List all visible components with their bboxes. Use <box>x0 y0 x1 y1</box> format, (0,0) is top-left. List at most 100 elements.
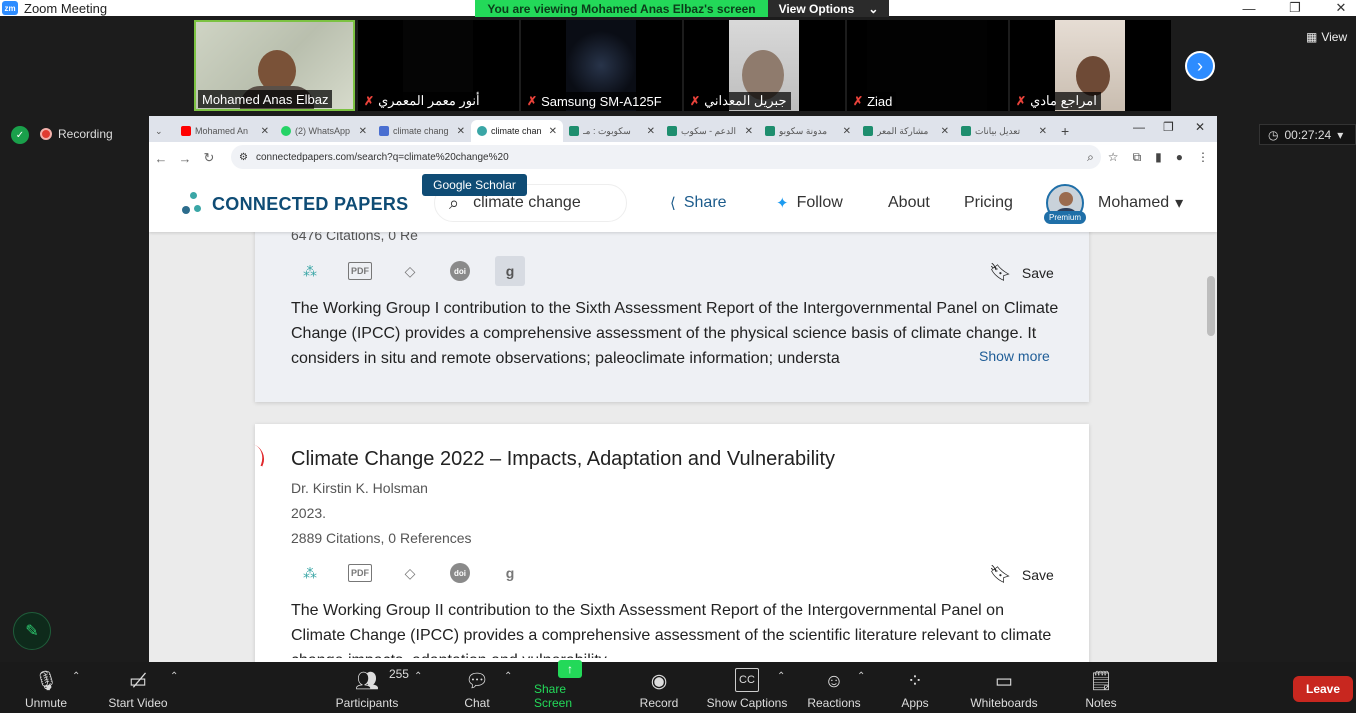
browser-tab-active[interactable]: climate chan ✕ <box>471 120 563 142</box>
pdf-icon[interactable]: PDF <box>345 558 375 588</box>
paper-actions: ⁂ PDF ◇ doi g <box>295 256 525 286</box>
share-screen-button[interactable]: ↑ Share Screen <box>534 660 606 710</box>
menu-kebab-icon[interactable]: ⋮ <box>1197 150 1209 165</box>
graph-icon[interactable]: ⁂ <box>295 558 325 588</box>
chat-button[interactable]: 💬︎ Chat <box>462 666 492 711</box>
start-video-button[interactable]: ▭̸ Start Video <box>106 666 170 711</box>
browser-close-icon[interactable]: ✕ <box>1195 120 1205 134</box>
participants-chevron-icon[interactable]: ⌃ <box>414 670 422 682</box>
browser-tab[interactable]: مدونة سكوبو ✕ <box>759 120 857 142</box>
google-scholar-icon[interactable]: g <box>495 256 525 286</box>
reload-icon[interactable]: ↻ <box>197 150 221 166</box>
forward-arrow-icon[interactable]: → <box>173 151 197 166</box>
about-link[interactable]: About <box>888 174 930 232</box>
participants-icon: 👥︎ 255 <box>354 667 409 692</box>
notes-button[interactable]: 🗒︎ Notes <box>1084 666 1118 711</box>
captions-chevron-icon[interactable]: ⌃ <box>777 670 785 682</box>
doi-icon[interactable]: doi <box>445 256 475 286</box>
bookmark-star-icon[interactable]: ☆ <box>1108 150 1119 165</box>
semantic-scholar-icon[interactable]: ◇ <box>395 558 425 588</box>
unmute-button[interactable]: 🎙︎ Unmute <box>22 666 70 711</box>
participant-tile[interactable]: Mohamed Anas Elbaz <box>194 20 355 111</box>
participant-tile[interactable]: ✗ أنور معمر المعمري <box>358 20 519 111</box>
doi-icon[interactable]: doi <box>445 558 475 588</box>
scrollbar-thumb[interactable] <box>1207 276 1215 336</box>
semantic-scholar-icon[interactable]: ◇ <box>395 256 425 286</box>
extensions-icon[interactable]: ⧉ <box>1133 150 1142 165</box>
back-arrow-icon[interactable]: ← <box>149 151 173 166</box>
browser-maximize-icon[interactable]: ❐ <box>1163 120 1174 134</box>
browser-tab[interactable]: climate chang ✕ <box>373 120 471 142</box>
apps-button[interactable]: ⁘ Apps <box>900 666 930 711</box>
participant-tile[interactable]: ✗ جبريل المعداني <box>684 20 845 111</box>
view-options-button[interactable]: View Options ⌄ <box>768 0 889 17</box>
show-captions-button[interactable]: CC Show Captions <box>706 666 788 710</box>
close-tab-icon: ✕ <box>456 125 465 137</box>
reactions-chevron-icon[interactable]: ⌃ <box>857 670 865 682</box>
chat-chevron-icon[interactable]: ⌃ <box>504 670 512 682</box>
view-options-label: View Options <box>778 1 855 16</box>
site-settings-icon[interactable]: ⚙ <box>239 152 248 163</box>
annotate-pencil-icon[interactable]: ✎ <box>13 612 51 650</box>
close-tab-icon: ✕ <box>1038 125 1047 137</box>
address-bar[interactable]: ⚙ connectedpapers.com/search?q=climate%2… <box>231 145 1101 169</box>
video-options-chevron-icon[interactable]: ⌃ <box>170 670 178 682</box>
page-scrollbar[interactable] <box>1207 236 1215 656</box>
participant-name: ✗ أنور معمر المعمري <box>360 92 484 110</box>
shield-icon[interactable]: ✓ <box>11 126 29 144</box>
profile-avatar-icon[interactable]: ● <box>1176 150 1183 165</box>
graph-icon[interactable]: ⁂ <box>295 256 325 286</box>
share-link[interactable]: ⟨ Share <box>670 174 727 232</box>
user-menu[interactable]: Mohamed ▾ <box>1098 174 1183 232</box>
whiteboards-button[interactable]: ▭ Whiteboards <box>968 666 1040 711</box>
caret-down-icon: ▾ <box>1175 195 1184 212</box>
follow-link[interactable]: ✦ Follow <box>776 174 843 232</box>
reactions-button[interactable]: ☺ Reactions <box>807 666 860 711</box>
paper-card[interactable]: Climate Change 2022 – Impacts, Adaptatio… <box>255 424 1089 662</box>
next-page-chevron-icon[interactable]: › <box>1185 51 1215 81</box>
side-panel-icon[interactable]: ▮ <box>1155 150 1162 165</box>
site-icon <box>765 126 775 136</box>
view-button[interactable]: ▦ View <box>1306 30 1347 44</box>
share-screen-icon: ↑ <box>558 660 582 678</box>
participants-button[interactable]: 👥︎ 255 Participants <box>336 666 409 710</box>
share-icon: ⟨ <box>670 195 676 212</box>
paper-citations: 2889 Citations, 0 References <box>291 530 472 546</box>
browser-minimize-icon[interactable]: — <box>1133 120 1145 134</box>
participant-tile[interactable]: ✗ امراجع مادي <box>1010 20 1171 111</box>
audio-options-chevron-icon[interactable]: ⌃ <box>72 670 80 682</box>
search-value: climate change <box>473 194 581 211</box>
google-scholar-icon[interactable]: g <box>495 558 525 588</box>
close-icon[interactable]: ✕ <box>1318 0 1356 16</box>
zoom-window: zm Zoom Meeting — ❐ ✕ You are viewing Mo… <box>0 0 1356 713</box>
participant-tile[interactable]: ✗ Samsung SM-A125F <box>521 20 682 111</box>
pricing-link[interactable]: Pricing <box>964 174 1013 232</box>
recording-indicator[interactable]: Recording <box>40 124 144 144</box>
chevron-down-icon: ⌄ <box>868 1 879 16</box>
browser-tab[interactable]: الدعم - سكوب ✕ <box>661 120 759 142</box>
browser-tab[interactable]: سكوبوت : مـ ✕ <box>563 120 661 142</box>
minimize-icon[interactable]: — <box>1226 0 1272 16</box>
pdf-icon[interactable]: PDF <box>345 256 375 286</box>
site-icon <box>379 126 389 136</box>
show-more-link[interactable]: Show more <box>979 348 1050 364</box>
save-button[interactable]: 🔖︎ Save <box>989 564 1054 585</box>
record-button[interactable]: ◉ Record <box>638 666 680 711</box>
zoom-magnifier-icon[interactable]: ⌕ <box>1087 150 1094 165</box>
maximize-icon[interactable]: ❐ <box>1272 0 1318 16</box>
window-title: Zoom Meeting <box>24 0 108 16</box>
site-logo[interactable]: CONNECTED PAPERS <box>182 192 409 216</box>
browser-tab[interactable]: تعديل بيانات ✕ <box>955 120 1053 142</box>
leave-button[interactable]: Leave <box>1293 676 1353 702</box>
new-tab-plus-icon[interactable]: + <box>1053 120 1077 142</box>
browser-tab[interactable]: Mohamed An ✕ <box>175 120 275 142</box>
tab-list-chevron-icon[interactable]: ⌄ <box>149 120 175 142</box>
browser-tab[interactable]: مشاركة المعر ✕ <box>857 120 955 142</box>
meeting-timer[interactable]: ◷ 00:27:24 ▾ <box>1259 124 1356 145</box>
whiteboard-icon: ▭ <box>995 671 1013 692</box>
paper-title[interactable]: Climate Change 2022 – Impacts, Adaptatio… <box>291 448 835 471</box>
save-button[interactable]: 🔖︎ Save <box>989 262 1054 283</box>
browser-tab[interactable]: (2) WhatsApp ✕ <box>275 120 373 142</box>
viewing-screen-banner: You are viewing Mohamed Anas Elbaz's scr… <box>475 0 768 17</box>
participant-tile[interactable]: ✗ Ziad <box>847 20 1008 111</box>
